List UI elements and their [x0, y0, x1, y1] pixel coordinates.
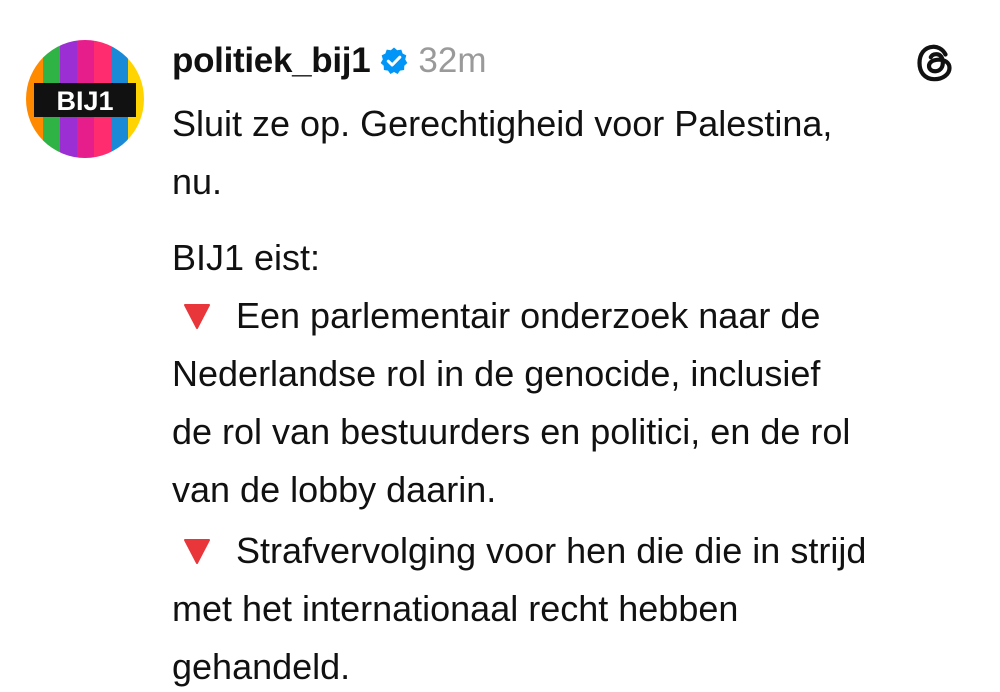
demands-heading: BIJ1 eist: — [172, 237, 321, 278]
red-down-triangle-icon — [182, 289, 212, 329]
avatar[interactable]: BIJ1 — [26, 40, 144, 158]
demand-item: Strafvervolging voor hen die die in stri… — [172, 522, 972, 692]
intro-line: Sluit ze op. Gerechtigheid voor Palestin… — [172, 103, 833, 144]
threads-logo-icon[interactable] — [912, 40, 958, 86]
post-timestamp[interactable]: 32m — [418, 41, 486, 81]
verified-badge-icon — [379, 46, 409, 76]
username-link[interactable]: politiek_bij1 — [172, 41, 371, 81]
post-intro: Sluit ze op. Gerechtigheid voor Palestin… — [172, 95, 972, 211]
red-down-triangle-icon — [182, 524, 212, 564]
demand-line: de rol van bestuurders en politici, en d… — [172, 411, 851, 452]
intro-line: nu. — [172, 161, 223, 202]
demand-line: Een parlementair onderzoek naar de — [236, 295, 821, 336]
bij1-logo-icon: BIJ1 — [26, 40, 144, 158]
demand-line: Strafvervolging voor hen die die in stri… — [236, 530, 867, 571]
demand-line: gehandeld. — [172, 646, 351, 687]
demand-line: met het internationaal recht hebben — [172, 588, 739, 629]
avatar-text: BIJ1 — [56, 86, 113, 116]
demand-line: Nederlandse rol in de genocide, inclusie… — [172, 353, 821, 394]
demand-line: van de lobby daarin. — [172, 469, 497, 510]
post-body: Sluit ze op. Gerechtigheid voor Palestin… — [172, 95, 972, 692]
post-header: politiek_bij1 32m — [172, 38, 486, 84]
demand-item: Een parlementair onderzoek naar de Neder… — [172, 287, 972, 519]
threads-post: BIJ1 politiek_bij1 32m Sluit ze op. Gere… — [0, 0, 1000, 692]
